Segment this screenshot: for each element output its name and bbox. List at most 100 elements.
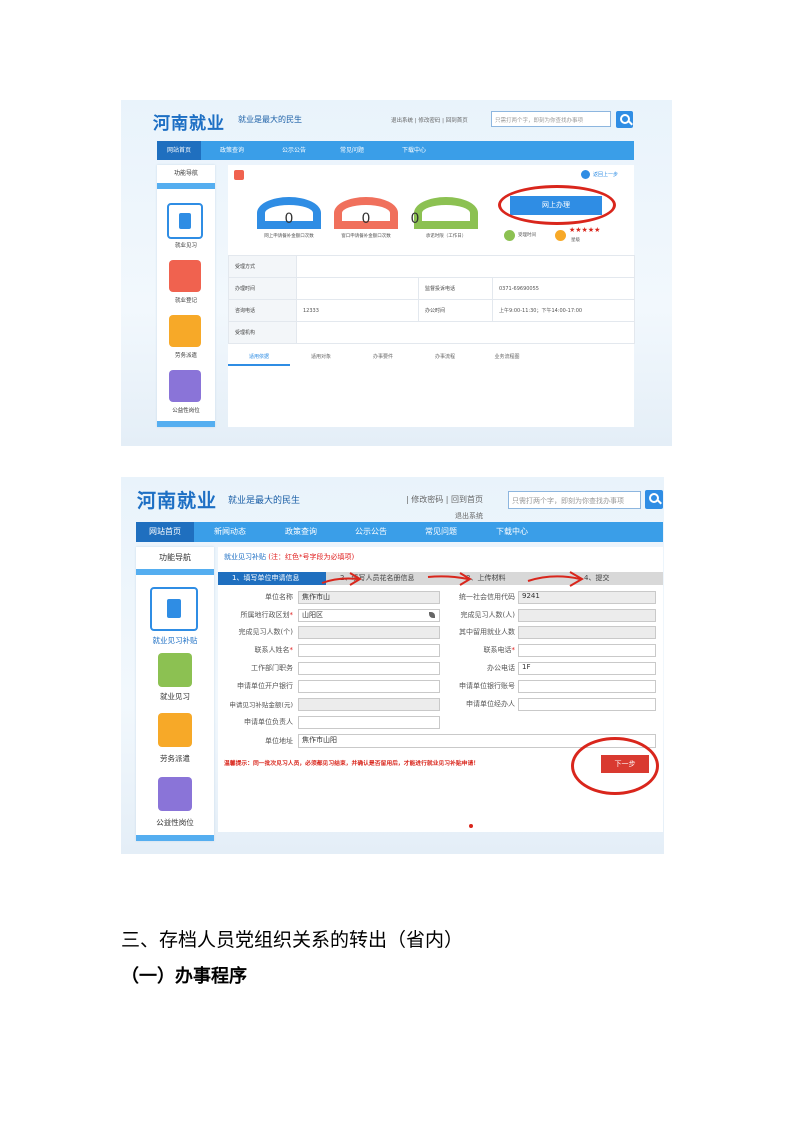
side-label-dispatch[interactable]: 劳务派遣 [157,351,215,359]
calendar-icon[interactable] [169,260,201,292]
tab-target[interactable]: 适用对象 [290,350,352,366]
side-nav-title: 功能导航 [173,170,198,177]
search-icon[interactable] [645,490,663,509]
contact-phone-field[interactable] [518,644,656,657]
info-label: 监督投诉电话 [418,277,493,300]
top-links[interactable]: 退出系统 | 修改密码 | 回到首页 [391,116,468,124]
nav-item-policy[interactable]: 政策查询 [266,522,336,542]
back-link[interactable]: 返回上一步 [593,171,618,178]
screenshot-application-form: 河南就业 就业是最大的民生 | 修改密码 | 回到首页 退出系统 只需打两个字，… [121,477,664,854]
gauge-online-value: 0 [284,211,294,227]
subsidy-amount-field[interactable] [298,698,440,711]
breadcrumb-current[interactable]: 就业见习补贴 [224,553,266,561]
tab-basis[interactable]: 适用依据 [228,350,290,366]
main-panel: 返回上一步 0 网上申请餐补金额口次数 0 窗口申请餐补金额口次数 0 承诺时限… [228,165,636,427]
search-input[interactable]: 只需打两个字，即刻为你查找办事项 [491,111,611,127]
info-value [296,277,419,300]
office-phone-field[interactable]: 1F [518,662,656,675]
rating-stars: ★★★★★ [569,226,601,234]
side-nav: 功能导航 就业见习 就业登记 劳务派遣 公益性岗位 [157,165,215,427]
handler-field[interactable] [518,698,656,711]
nav-item-notice[interactable]: 公示公告 [336,522,406,542]
side-label-trainee[interactable]: 就业见习 [157,241,215,249]
info-label: 受理机构 [228,321,297,344]
notebook-icon[interactable] [158,653,192,687]
subsection-heading: （一）办事程序 [121,966,247,987]
chevron-down-icon[interactable] [157,421,215,427]
field-label: 统一社会信用代码 [459,593,515,601]
info-value: 12333 [296,299,419,322]
leaf-icon[interactable] [429,612,435,618]
tab-materials[interactable]: 办事要件 [352,350,414,366]
site-logo[interactable]: 河南就业 [153,109,225,134]
nav-item-notice[interactable]: 公示公告 [263,141,325,160]
side-tile-document-icon[interactable] [150,587,198,631]
site-logo[interactable]: 河南就业 [137,486,217,513]
field-label: 完成见习人数(个) [238,628,293,636]
side-label-register[interactable]: 就业登记 [157,296,215,304]
contact-name-field[interactable] [298,644,440,657]
breadcrumb-note: (注：红色*号字段为必填项) [268,553,355,561]
side-tile-notebook-icon[interactable] [167,203,203,239]
time-label: 受理时间 [518,233,536,238]
retained-count-field[interactable] [518,626,656,639]
field-label: 申请单位负责人 [244,718,293,726]
org-head-field[interactable] [298,716,440,729]
bus-icon [234,170,244,180]
nav-item-download[interactable]: 下载中心 [379,141,449,160]
page-dot [469,824,473,828]
chevron-up-icon[interactable] [157,183,215,189]
side-label-dispatch[interactable]: 劳务派遣 [136,753,214,764]
clock-icon [504,230,515,241]
field-label: 单位地址 [265,737,293,745]
chevron-down-icon[interactable] [136,835,214,841]
info-table: 受理方式 办理时间 监督投诉电话 0371-69690055 咨询电话 1233… [228,255,636,344]
car-icon[interactable] [158,713,192,747]
org-name-field[interactable]: 焦作市山 [298,591,440,604]
info-value [295,255,636,278]
back-icon[interactable] [581,170,590,179]
top-links[interactable]: | 修改密码 | 回到首页 [406,494,483,505]
completed-count-field[interactable] [298,626,440,639]
credit-code-field[interactable]: 9241 [518,591,656,604]
annotation-arrow-2 [427,575,469,580]
nav-item-faq[interactable]: 常见问题 [406,522,476,542]
department-field[interactable] [298,662,440,675]
side-label-trainee[interactable]: 就业见习 [136,691,214,702]
section-heading: 三、存档人员党组织关系的转出（省内） [121,929,464,951]
site-slogan: 就业是最大的民生 [238,115,302,124]
field-label: 办公电话 [487,664,515,672]
nav-item-download[interactable]: 下载中心 [476,522,548,542]
logout-link[interactable]: 退出系统 [455,511,483,521]
chevron-up-icon[interactable] [136,569,214,575]
card-icon[interactable] [169,370,201,402]
side-label-subsidy[interactable]: 就业见习补贴 [136,635,214,646]
search-input[interactable]: 只需打两个字，即刻为你查找办事项 [508,491,641,509]
nav-item-home[interactable]: 网站首页 [157,141,201,160]
field-label: 联系电话* [483,646,516,654]
info-label: 办公时间 [418,299,493,322]
tab-process[interactable]: 办事流程 [414,350,476,366]
field-label: 所属地行政区划* [240,611,294,619]
side-label-public-post[interactable]: 公益性岗位 [136,817,214,828]
search-icon[interactable] [616,111,633,128]
nav-item-news[interactable]: 新闻动态 [194,522,266,542]
completed-people-field[interactable] [518,609,656,622]
bank-field[interactable] [298,680,440,693]
side-label-public-post[interactable]: 公益性岗位 [157,406,215,414]
car-icon[interactable] [169,315,201,347]
field-label: 工作部门职务 [251,664,293,672]
nav-item-policy[interactable]: 政策查询 [201,141,263,160]
info-value: 0371-69690055 [491,277,636,300]
card-icon[interactable] [158,777,192,811]
detail-tabs: 适用依据 适用对象 办事要件 办事流程 业务流程图 [228,350,634,366]
district-select[interactable]: 山阳区 [298,609,440,622]
info-label: 受理方式 [228,255,297,278]
field-label: 申请单位开户银行 [237,682,293,690]
bank-account-field[interactable] [518,680,656,693]
nav-item-faq[interactable]: 常见问题 [325,141,379,160]
annotation-circle-online [498,185,616,225]
info-value [295,321,636,344]
tab-flowchart[interactable]: 业务流程图 [476,350,538,366]
nav-item-home[interactable]: 网站首页 [136,522,194,542]
